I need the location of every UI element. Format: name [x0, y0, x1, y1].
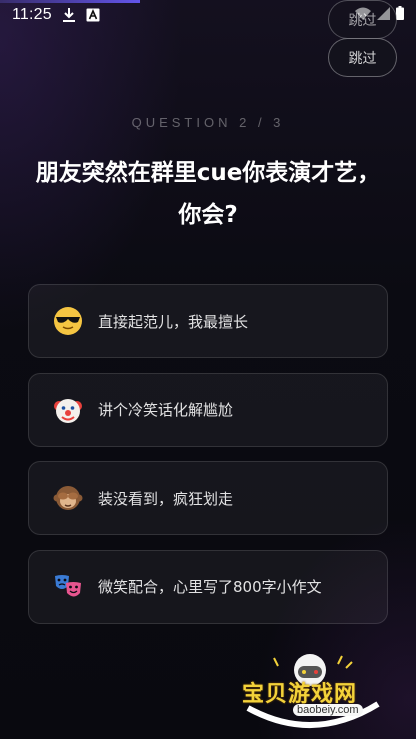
option-label: 直接起范儿，我最擅长 — [98, 312, 249, 331]
option-label: 讲个冷笑话化解尴尬 — [98, 401, 234, 419]
skip-button[interactable]: 跳过 — [328, 38, 397, 77]
question-counter: QUESTION 2 / 3 — [131, 115, 285, 130]
option-label: 装没看到，疯狂划走 — [98, 489, 234, 508]
option-4[interactable]: 微笑配合，心里写了800字小作文 — [28, 549, 388, 624]
a-icon — [86, 8, 100, 22]
option-3[interactable]: 装没看到，疯狂划走 — [28, 461, 388, 535]
options-list: 直接起范儿，我最擅长 讲个冷笑话化解尴尬 装没看到，疯狂划走 微笑配合，心里写了… — [28, 284, 388, 638]
question-title: 朋友突然在群里cue你表演才艺，你会? — [35, 160, 381, 228]
clown-face-icon — [53, 395, 83, 425]
watermark-logo: 宝贝游戏网 baobeiy.com — [238, 646, 388, 736]
skip-button-ghost[interactable]: 跳过 — [328, 0, 397, 39]
theater-masks-icon — [53, 572, 83, 602]
see-no-evil-monkey-icon — [53, 483, 83, 513]
watermark-url: baobeiy.com — [293, 704, 363, 716]
option-label: 微笑配合，心里写了800字小作文 — [98, 578, 322, 596]
option-1[interactable]: 直接起范儿，我最擅长 — [28, 284, 388, 358]
status-time: 11:25 — [12, 6, 52, 23]
battery-icon — [396, 6, 404, 24]
option-2[interactable]: 讲个冷笑话化解尴尬 — [28, 372, 388, 447]
download-icon — [62, 7, 76, 23]
sunglasses-face-icon — [53, 306, 83, 336]
